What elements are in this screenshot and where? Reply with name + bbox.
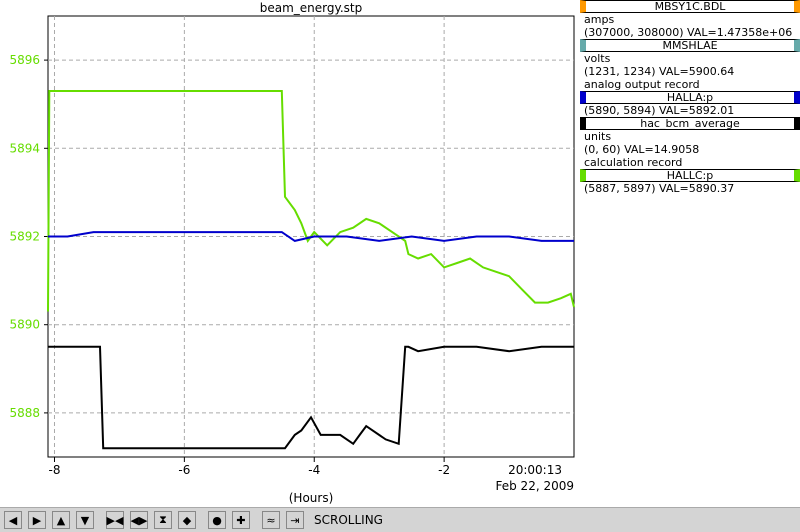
zoom-in-horizontal-icon[interactable]: ▶◀ xyxy=(106,511,124,529)
legend-value-hallc: (5887, 5897) VAL=5890.37 xyxy=(584,182,735,195)
legend-value-hac-bcm: (0, 60) VAL=14.9058 xyxy=(584,143,700,156)
legend-label-hallc: HALLC:p xyxy=(580,169,800,182)
y-tick-label: 5892 xyxy=(9,230,40,244)
auto-scale-icon[interactable]: ● xyxy=(208,511,226,529)
y-tick-label: 5888 xyxy=(9,406,40,420)
scroll-left-icon[interactable]: ◀ xyxy=(4,511,22,529)
x-axis-label: (Hours) xyxy=(289,491,334,505)
scroll-up-icon[interactable]: ▲ xyxy=(52,511,70,529)
legend-desc-mmshlae: analog output record xyxy=(584,78,700,91)
x-tick-label: -8 xyxy=(49,463,61,477)
legend-value-halla: (5890, 5894) VAL=5892.01 xyxy=(584,104,735,117)
legend-panel: MBSY1C.BDL amps (307000, 308000) VAL=1.4… xyxy=(580,0,800,195)
y-tick-label: 5896 xyxy=(9,53,40,67)
legend-item-hac-bcm[interactable]: hac_bcm_average units (0, 60) VAL=14.905… xyxy=(580,117,800,169)
legend-value-mmshlae: (1231, 1234) VAL=5900.64 xyxy=(584,65,735,78)
zoom-out-vertical-icon[interactable]: ◆ xyxy=(178,511,196,529)
x-tick-label: -2 xyxy=(438,463,450,477)
y-tick-label: 5890 xyxy=(9,318,40,332)
legend-units-mmshlae: volts xyxy=(584,52,611,65)
chart-title: beam_energy.stp xyxy=(260,1,363,15)
zoom-in-vertical-icon[interactable]: ⧗ xyxy=(154,511,172,529)
scroll-down-icon[interactable]: ▼ xyxy=(76,511,94,529)
x-tick-label: -4 xyxy=(308,463,320,477)
export-icon[interactable]: ⇥ xyxy=(286,511,304,529)
toolbar: ◀ ▶ ▲ ▼ ▶◀ ◀▶ ⧗ ◆ ● ✚ ≈ ⇥ SCROLLING xyxy=(0,507,800,532)
mode-label: SCROLLING xyxy=(314,513,383,527)
legend-label-hac-bcm: hac_bcm_average xyxy=(580,117,800,130)
add-channel-icon[interactable]: ✚ xyxy=(232,511,250,529)
legend-value-mbsy1c: (307000, 308000) VAL=1.47358e+06 xyxy=(584,26,793,39)
legend-label-mmshlae: MMSHLAE xyxy=(580,39,800,52)
zoom-out-horizontal-icon[interactable]: ◀▶ xyxy=(130,511,148,529)
date-label: Feb 22, 2009 xyxy=(496,479,575,493)
legend-label-mbsy1c: MBSY1C.BDL xyxy=(580,0,800,13)
legend-units-hac-bcm: units xyxy=(584,130,612,143)
time-label: 20:00:13 xyxy=(508,463,562,477)
pan-icon[interactable]: ≈ xyxy=(262,511,280,529)
legend-item-mbsy1c[interactable]: MBSY1C.BDL amps (307000, 308000) VAL=1.4… xyxy=(580,0,800,39)
legend-label-halla: HALLA:p xyxy=(580,91,800,104)
x-tick-label: -6 xyxy=(178,463,190,477)
legend-units-mbsy1c: amps xyxy=(584,13,615,26)
legend-item-mmshlae[interactable]: MMSHLAE volts (1231, 1234) VAL=5900.64 a… xyxy=(580,39,800,91)
legend-item-halla[interactable]: HALLA:p (5890, 5894) VAL=5892.01 xyxy=(580,91,800,117)
legend-item-hallc[interactable]: HALLC:p (5887, 5897) VAL=5890.37 xyxy=(580,169,800,195)
y-tick-label: 5894 xyxy=(9,141,40,155)
legend-desc-hac-bcm: calculation record xyxy=(584,156,683,169)
scroll-right-icon[interactable]: ▶ xyxy=(28,511,46,529)
